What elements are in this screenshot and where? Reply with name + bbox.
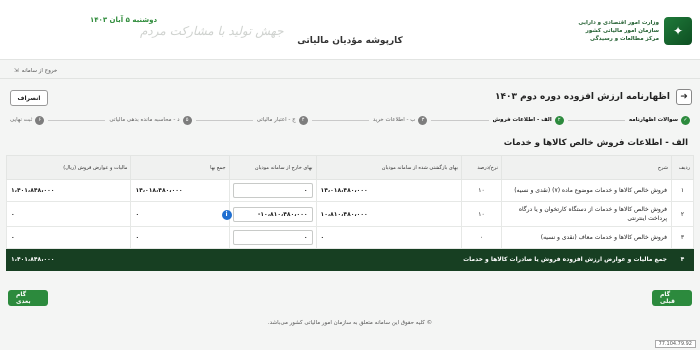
step-connector (311, 119, 369, 121)
row-total: ۰ (130, 226, 230, 249)
row-rate: ۱۰ (461, 179, 502, 202)
row-tax: ۰ (5, 201, 132, 227)
step-number: ۳ (418, 115, 428, 125)
row-rate: ۱۰ (461, 201, 502, 227)
org-name: وزارت امور اقتصادی و دارایی سازمان امور … (578, 19, 659, 43)
back-arrow-button[interactable]: ➜ (676, 89, 692, 105)
step-label: الف - اطلاعات فروش (492, 117, 552, 123)
row-index: ۱ (671, 179, 694, 202)
step-final[interactable]: ۶ ثبت نهایی (10, 115, 45, 125)
slogan: ۱۴۰۳ دوشنبه ۵ آبان جهش تولید با مشارکت م… (90, 16, 284, 56)
row-description: فروش خالص کالاها و خدمات موضوع ماده (۷) … (501, 179, 672, 202)
row-description: فروش خالص کالاها و خدمات معاف (نقدی و نس… (501, 226, 672, 249)
emblem-icon: ✦ (664, 17, 692, 45)
sales-table: ردیف شرح نرخ/درصد بهای بازگشتی شده از سا… (5, 155, 694, 271)
row-total: ۰ (130, 201, 230, 227)
section-title: الف - اطلاعات فروش خالص کالاها و خدمات (503, 138, 688, 148)
previous-step-button[interactable]: گام قبلی (652, 290, 692, 306)
footer-copyright: © کلیه حقوق این سامانه متعلق به سازمان ا… (267, 320, 433, 326)
step-number: ۲ (554, 115, 564, 125)
org-line-3: مرکز مطالعات و رسیدگی (590, 36, 659, 42)
exit-link-label: خروج از سامانه (21, 68, 58, 74)
step-label: ب - اطلاعات خرید (372, 117, 416, 123)
app-header: وزارت امور اقتصادی و دارایی سازمان امور … (0, 0, 700, 60)
step-number: ۵ (182, 115, 192, 125)
step-check-icon: ✓ (681, 115, 690, 125)
row-description: فروش خالص کالاها و خدمات از دستگاه کارتخ… (501, 201, 672, 227)
row-outside-cell: ۰ (228, 226, 317, 249)
row-tax: ۰ (5, 226, 132, 249)
main-content: انصراف ➜ اظهارنامه ارزش افزوده دوره دوم … (0, 80, 700, 320)
step-label: ثبت نهایی (10, 117, 33, 123)
row-total: ۱۴،۰۱۸،۴۸۰،۰۰۰ (130, 179, 230, 202)
row-rate: ۰ (461, 226, 502, 249)
step-label: سوالات اظهارنامه (628, 117, 678, 123)
column-header: بهای بازگشتی شده از سامانه مودیان (315, 155, 463, 180)
outside-value-input[interactable]: ۰ (232, 230, 313, 245)
step-label: د - محاسبه مانده بدهی مالیاتی (109, 117, 180, 123)
total-row: ۴ جمع مالیات و عوارض ارزش افزوده فروش یا… (5, 248, 694, 271)
info-icon[interactable]: i (221, 209, 232, 220)
total-description: جمع مالیات و عوارض ارزش افزوده فروش یا ص… (130, 248, 672, 271)
slogan-text: جهش تولید با مشارکت مردم (140, 24, 284, 38)
row-outside-cell: ۰ (228, 179, 317, 202)
column-header: شرح (501, 155, 672, 180)
step-connector (431, 119, 489, 121)
total-tax: ۱،۴۰۱،۸۴۸،۰۰۰ (5, 248, 132, 271)
stepper: ✓ سوالات اظهارنامه ۲ الف - اطلاعات فروش … (10, 114, 690, 126)
org-line-1: وزارت امور اقتصادی و دارایی (578, 20, 659, 26)
table-row: ۳ فروش خالص کالاها و خدمات معاف (نقدی و … (5, 226, 694, 249)
column-header: بهای خارج از سامانه مودیان (228, 155, 317, 180)
step-number: ۴ (298, 115, 308, 125)
input-value: ۰ (303, 187, 308, 194)
row-index: ۲ (671, 201, 694, 227)
step-sales[interactable]: ۲ الف - اطلاعات فروش (492, 115, 564, 125)
column-header: جمع بها (130, 155, 230, 180)
ip-badge: 77.104.79.92 (654, 340, 696, 348)
row-index: ۴ (671, 248, 694, 271)
org-line-2: سازمان امور مالیاتی کشور (585, 28, 659, 34)
step-label: ج - اعتبار مالیاتی (256, 117, 296, 123)
outside-value-input[interactable]: ۰ (232, 183, 313, 198)
table-row: ۲ فروش خالص کالاها و خدمات از دستگاه کار… (5, 201, 694, 227)
step-questions[interactable]: ✓ سوالات اظهارنامه (628, 115, 690, 125)
table-row: ۱ فروش خالص کالاها و خدمات موضوع ماده (۷… (5, 179, 694, 202)
slogan-date: ۱۴۰۳ دوشنبه ۵ آبان (90, 16, 158, 24)
step-connector (195, 119, 253, 121)
divider (0, 78, 700, 79)
row-outside-cell: i -۱۰،۸۱۰،۴۸۰،۰۰۰ (221, 201, 317, 227)
step-number: ۶ (35, 115, 45, 125)
row-system-value: ۱۰،۸۱۰،۴۸۰،۰۰۰ (315, 201, 463, 227)
outside-value-input[interactable]: i -۱۰،۸۱۰،۴۸۰،۰۰۰ (221, 206, 313, 222)
arrow-right-icon: ➜ (680, 92, 688, 102)
row-index: ۳ (671, 226, 694, 249)
step-credit[interactable]: ۴ ج - اعتبار مالیاتی (256, 115, 308, 125)
input-value: -۱۰،۸۱۰،۴۸۰،۰۰۰ (257, 210, 308, 218)
exit-link[interactable]: ⇲ خروج از سامانه (14, 68, 57, 74)
row-system-value: ۱۴،۰۱۸،۴۸۰،۰۰۰ (315, 179, 463, 202)
org-logo: وزارت امور اقتصادی و دارایی سازمان امور … (572, 14, 692, 48)
row-system-value: ۰ (315, 226, 463, 249)
exit-icon: ⇲ (14, 68, 19, 74)
column-header: ردیف (671, 155, 694, 180)
step-connector (567, 119, 625, 121)
step-balance[interactable]: ۵ د - محاسبه مانده بدهی مالیاتی (109, 115, 192, 125)
step-connector (48, 119, 106, 121)
cancel-button[interactable]: انصراف (10, 90, 48, 106)
row-tax: ۱،۴۰۱،۸۴۸،۰۰۰ (5, 179, 132, 202)
column-header: نرخ/درصد (461, 155, 502, 180)
next-step-button[interactable]: گام بعدی (8, 290, 48, 306)
page-title: اظهارنامه ارزش افزوده دوره دوم ۱۴۰۳ (495, 92, 670, 102)
step-purchases[interactable]: ۳ ب - اطلاعات خرید (372, 115, 428, 125)
input-value: ۰ (303, 234, 308, 241)
column-header: مالیات و عوارض فروش (ریال) (5, 155, 132, 180)
